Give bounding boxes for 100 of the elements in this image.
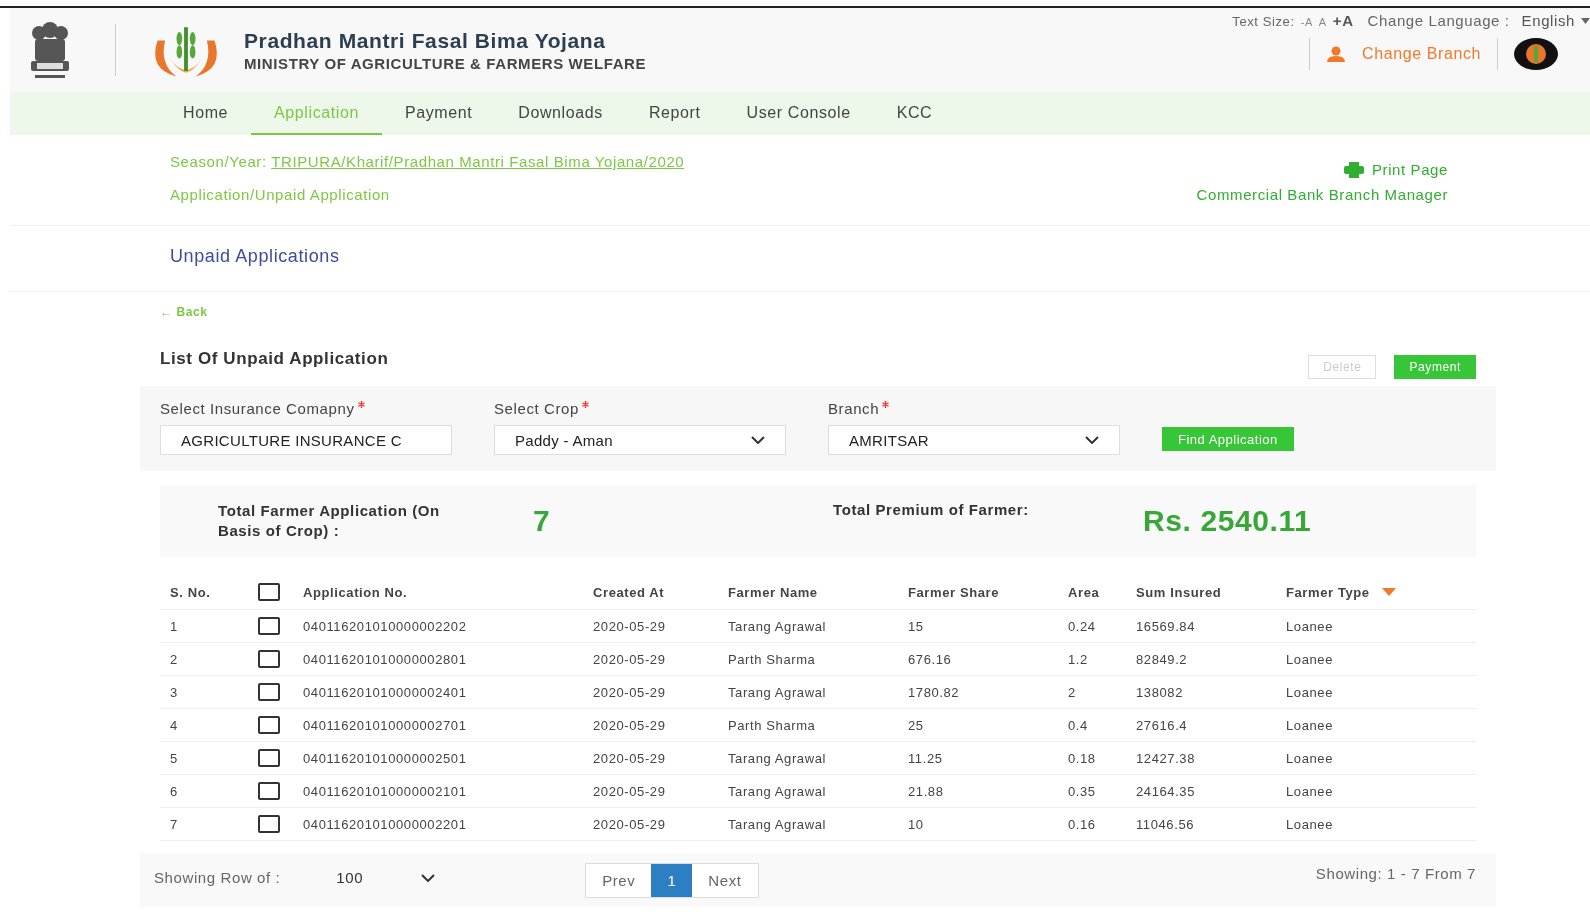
table-cell-text: 11.25 — [908, 750, 944, 766]
list-title: List Of Unpaid Application — [160, 349, 389, 369]
table-cell-text: 2020-05-29 — [593, 750, 667, 766]
table-cell-text: Loanee — [1286, 783, 1334, 799]
pagination-button[interactable]: Next — [692, 864, 758, 897]
language-label: Change Language : — [1367, 12, 1510, 29]
table-cell-text: 040116201010000002201 — [303, 816, 468, 832]
table-cell-text: 2020-05-29 — [593, 717, 667, 733]
table-cell-text: Tarang Agrawal — [728, 750, 827, 766]
premium-total: Rs. 2540.11 — [1143, 504, 1312, 538]
column-header: Application No. — [303, 584, 409, 600]
table-cell-text: 25 — [908, 717, 925, 733]
caret-icon — [1581, 17, 1590, 24]
pagination-button[interactable]: Prev — [586, 864, 652, 897]
table-cell-text: 138082 — [1136, 684, 1184, 700]
checkbox[interactable] — [258, 583, 280, 601]
ministry-name: MINISTRY OF AGRICULTURE & FARMERS WELFARE — [244, 54, 647, 72]
table-cell-text: 0.18 — [1068, 750, 1097, 766]
select-field[interactable]: AMRITSAR — [828, 425, 1120, 455]
table-cell-text: 0.24 — [1068, 618, 1097, 634]
checkbox[interactable] — [258, 683, 280, 701]
text-size-label: Text Size: — [1232, 14, 1295, 29]
table-cell-text: 15 — [908, 618, 925, 634]
table-cell-text: Tarang Agrawal — [728, 816, 827, 832]
table-cell-text: 040116201010000002801 — [303, 651, 468, 667]
table-cell-text: 2020-05-29 — [593, 816, 667, 832]
table-cell-text: 27616.4 — [1136, 717, 1189, 733]
user-icon — [1326, 46, 1346, 62]
table-cell-text: 12427.38 — [1136, 750, 1197, 766]
profile-logo-icon[interactable] — [1514, 38, 1558, 70]
table-cell-text: 24164.35 — [1136, 783, 1197, 799]
table-cell-text: 040116201010000002701 — [303, 717, 468, 733]
table-cell-text: 2 — [1068, 684, 1077, 700]
table-cell-text: 21.88 — [908, 783, 945, 799]
table-cell-text: Loanee — [1286, 684, 1334, 700]
checkbox[interactable] — [258, 815, 280, 833]
checkbox[interactable] — [258, 749, 280, 767]
page-title: Unpaid Applications — [170, 246, 340, 266]
input-field[interactable]: AGRICULTURE INSURANCE C — [160, 425, 452, 455]
nav-tab[interactable]: Home — [160, 92, 252, 135]
table-cell-text: 1780.82 — [908, 684, 961, 700]
rows-per-page-select[interactable]: 100 — [336, 869, 436, 886]
table-cell-text: 3 — [170, 684, 179, 700]
column-header: Farmer Type — [1286, 584, 1370, 600]
table-cell-text: Tarang Agrawal — [728, 684, 827, 700]
filter-label: Branch — [828, 400, 880, 417]
table-cell-text: 040116201010000002501 — [303, 750, 468, 766]
table-cell-text: 2020-05-29 — [593, 783, 667, 799]
select-field[interactable]: Paddy - Aman — [494, 425, 786, 455]
applications-label: Total Farmer Application (On Basis of Crop) : — [218, 501, 441, 541]
table-cell-text: 16569.84 — [1136, 618, 1197, 634]
checkbox[interactable] — [258, 782, 280, 800]
text-size-link[interactable]: -A — [1300, 16, 1313, 28]
table-cell-text: Parth Sharma — [728, 717, 817, 733]
column-header: Farmer Share — [908, 584, 1001, 600]
table-cell-text: Loanee — [1286, 750, 1334, 766]
table-cell-text: 4 — [170, 717, 179, 733]
column-header: Created At — [593, 584, 666, 600]
checkbox[interactable] — [258, 650, 280, 668]
table-cell-text: 5 — [170, 750, 179, 766]
user-role: Commercial Bank Branch Manager — [1196, 186, 1448, 203]
nav-tab[interactable]: Payment — [381, 92, 496, 135]
column-header: Farmer Name — [728, 584, 819, 600]
table-cell-text: 0.4 — [1068, 717, 1089, 733]
table-cell-text: Loanee — [1286, 717, 1334, 733]
table-cell-text: 676.16 — [908, 651, 953, 667]
sort-caret-icon[interactable] — [1381, 588, 1396, 596]
table-cell-text: Parth Sharma — [728, 651, 817, 667]
chevron-icon — [421, 873, 436, 882]
site-title: Pradhan Mantri Fasal Bima Yojana — [244, 28, 607, 53]
table-cell-text: 10 — [908, 816, 925, 832]
nav-tab[interactable]: KCC — [873, 92, 956, 135]
showing-count: Showing: 1 - 7 From 7 — [1315, 864, 1476, 882]
table-cell-text: Loanee — [1286, 618, 1334, 634]
checkbox[interactable] — [258, 716, 280, 734]
rows-per-page-label: Showing Row of : — [154, 869, 281, 886]
language-dropdown[interactable]: English — [1515, 12, 1575, 29]
table-cell-text: 11046.56 — [1136, 816, 1196, 832]
text-size-link[interactable]: A — [1318, 16, 1327, 28]
pagination-button[interactable]: 1 — [651, 864, 693, 897]
table-cell-text: 7 — [170, 816, 179, 832]
chevron-icon — [1085, 436, 1099, 444]
table-cell-text: 0.16 — [1068, 816, 1097, 832]
nav-tab[interactable]: Report — [625, 92, 724, 135]
season-label: Season/Year: — [170, 153, 267, 170]
table-cell-text: Tarang Agrawal — [728, 783, 827, 799]
table-cell-text: 040116201010000002202 — [303, 618, 468, 634]
text-size-link[interactable]: +A — [1332, 12, 1354, 29]
nav-tab[interactable]: User Console — [723, 92, 874, 135]
column-header: Sum Insured — [1136, 584, 1223, 600]
table-cell-text: 2020-05-29 — [593, 651, 667, 667]
filter-label: Select Insurance Comapny — [160, 400, 355, 417]
nav-tab[interactable]: Downloads — [495, 92, 626, 135]
table-cell-text: Loanee — [1286, 651, 1334, 667]
table-cell-text: 6 — [170, 783, 179, 799]
checkbox[interactable] — [258, 617, 280, 635]
table-cell-text: Tarang Agrawal — [728, 618, 827, 634]
table-cell-text: 2020-05-29 — [593, 618, 667, 634]
premium-label: Total Premium of Farmer: — [833, 501, 1030, 518]
breadcrumb-path: Application/Unpaid Application — [170, 186, 391, 205]
